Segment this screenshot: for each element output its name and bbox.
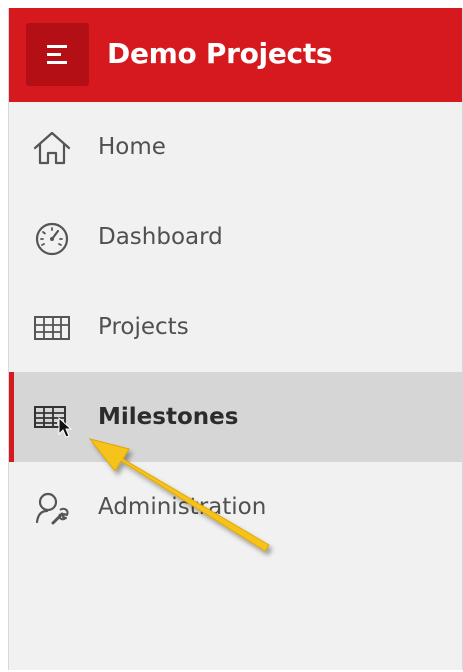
app-title: Demo Projects bbox=[107, 37, 333, 70]
menu-toggle-button[interactable] bbox=[26, 23, 89, 86]
user-wrench-icon bbox=[31, 488, 73, 528]
sidebar-nav: Home Dashboard Projects Milestones Admin… bbox=[9, 102, 462, 552]
app-header: Demo Projects bbox=[9, 8, 462, 102]
nav-item-milestones[interactable]: Milestones bbox=[9, 372, 462, 462]
hamburger-icon bbox=[47, 45, 67, 64]
nav-item-dashboard[interactable]: Dashboard bbox=[9, 192, 462, 282]
nav-label-dashboard: Dashboard bbox=[98, 224, 223, 250]
nav-item-projects[interactable]: Projects bbox=[9, 282, 462, 372]
nav-item-administration[interactable]: Administration bbox=[9, 462, 462, 552]
nav-label-home: Home bbox=[98, 134, 166, 160]
home-icon bbox=[31, 128, 73, 168]
nav-label-administration: Administration bbox=[98, 494, 267, 520]
nav-label-projects: Projects bbox=[98, 314, 189, 340]
grid-icon bbox=[31, 308, 73, 348]
active-indicator bbox=[9, 372, 14, 462]
speedometer-icon bbox=[31, 218, 73, 258]
nav-item-home[interactable]: Home bbox=[9, 102, 462, 192]
nav-label-milestones: Milestones bbox=[98, 404, 239, 430]
app-window: Demo Projects Home Dashboard Projects Mi… bbox=[8, 8, 463, 670]
table-list-icon bbox=[31, 398, 73, 438]
